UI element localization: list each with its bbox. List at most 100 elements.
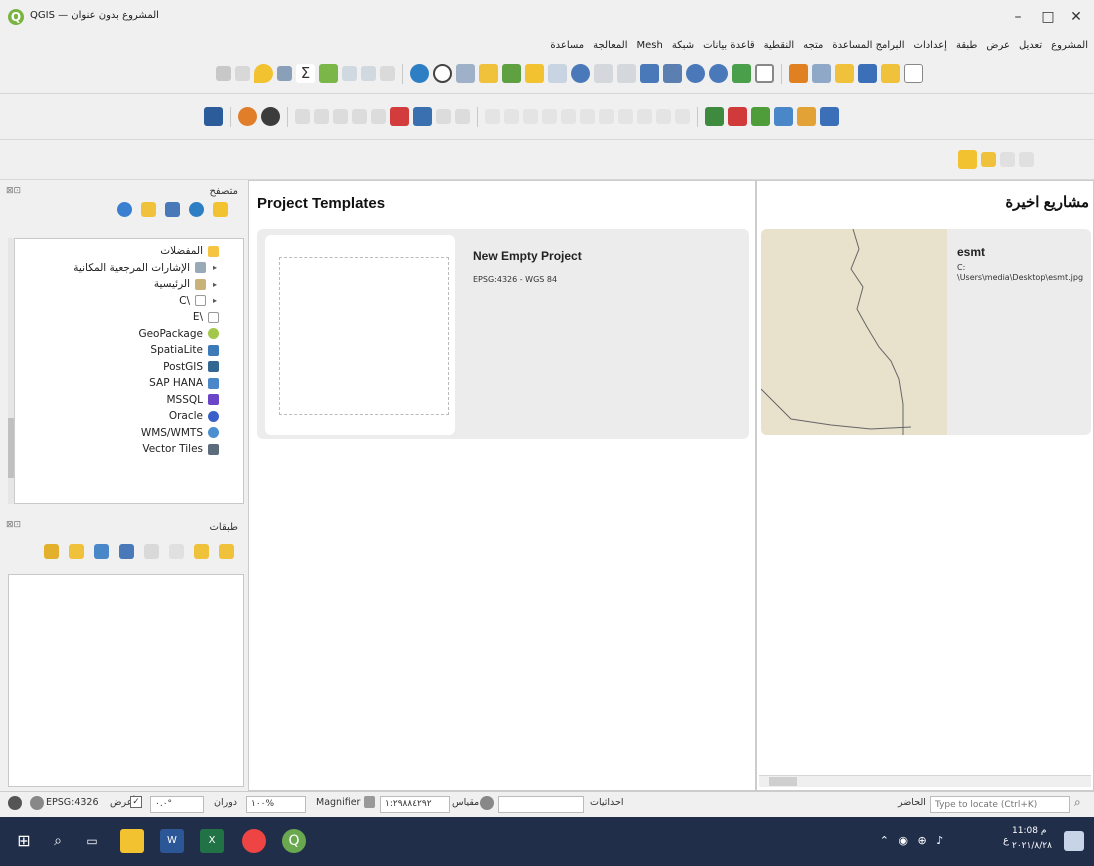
zoom-native-icon[interactable] — [548, 64, 567, 83]
add-db-layer-icon[interactable] — [820, 107, 839, 126]
add-feature-icon[interactable] — [436, 109, 451, 124]
open-project-icon[interactable] — [881, 64, 900, 83]
delete-feature-icon[interactable] — [455, 109, 470, 124]
add-wms-layer-icon[interactable] — [797, 107, 816, 126]
minimize-button[interactable]: – — [1006, 6, 1030, 28]
close-button[interactable]: ✕ — [1064, 6, 1088, 28]
zoom-out-minus-icon[interactable] — [686, 64, 705, 83]
refresh-icon[interactable] — [410, 64, 429, 83]
zoom-out-icon[interactable] — [571, 64, 590, 83]
select-by-expression-icon[interactable] — [981, 152, 996, 167]
recent-project-card[interactable]: esmt C: \Users\media\Desktop\esmt.jpg — [761, 229, 1091, 435]
open-layer-styling-icon[interactable] — [219, 544, 234, 559]
browser-dock-controls[interactable]: ⊠⊡ — [6, 186, 21, 196]
menu-processing[interactable]: المعالجة — [593, 40, 627, 51]
toggle-extents-icon[interactable] — [480, 796, 494, 810]
zoom-to-selection-icon[interactable] — [502, 64, 521, 83]
menu-raster[interactable]: النقطية — [764, 40, 794, 51]
new-map-view-icon[interactable] — [456, 64, 475, 83]
redo-icon[interactable] — [504, 109, 519, 124]
chrome-icon[interactable] — [242, 829, 266, 853]
add-selected-layers-icon[interactable] — [213, 202, 228, 217]
menu-edit[interactable]: تعديل — [1019, 40, 1042, 51]
pan-map-icon[interactable] — [732, 64, 751, 83]
tree-item-spatialite[interactable]: SpatiaLite — [9, 342, 219, 359]
paste-icon[interactable] — [542, 109, 557, 124]
style-panel-icon[interactable] — [44, 544, 59, 559]
zoom-in-plus-icon[interactable] — [709, 64, 728, 83]
zoom-icon[interactable] — [235, 66, 250, 81]
label-move-icon[interactable] — [352, 109, 367, 124]
expand-all-icon[interactable] — [144, 544, 159, 559]
coordinate-input[interactable] — [498, 796, 584, 813]
info-icon[interactable] — [117, 202, 132, 217]
attribute-table-icon[interactable] — [277, 66, 292, 81]
menu-vector[interactable]: متجه — [803, 40, 823, 51]
locator-search-input[interactable] — [930, 796, 1070, 813]
select-features-icon[interactable] — [958, 150, 977, 169]
layout-manager-icon[interactable] — [812, 64, 831, 83]
scale-input[interactable]: ١:٢٩٨٨٤٢٩٢ — [380, 796, 450, 813]
zoom-to-layer-icon[interactable] — [479, 64, 498, 83]
menu-mesh[interactable]: Mesh — [637, 40, 663, 51]
tray-icons[interactable]: ⌃ ◉ ⊕ ♪ — [868, 829, 958, 853]
clock-icon[interactable] — [433, 64, 452, 83]
layers-dock-controls[interactable]: ⊠⊡ — [6, 520, 21, 530]
magnifier-input[interactable]: ١٠٠% — [246, 796, 306, 813]
delete-selected-icon[interactable] — [580, 109, 595, 124]
crs-label[interactable]: EPSG:4326 — [46, 797, 99, 808]
label-pin-icon[interactable] — [314, 109, 329, 124]
word-icon[interactable]: W — [160, 829, 184, 853]
new-project-icon[interactable] — [904, 64, 923, 83]
tree-item-sap-hana[interactable]: SAP HANA — [9, 375, 219, 392]
menu-layer[interactable]: طبقة — [956, 40, 977, 51]
browser-scrollbar[interactable] — [8, 238, 15, 504]
search-taskbar-icon[interactable]: ⌕ — [46, 829, 70, 853]
zoom-full-icon[interactable] — [525, 64, 544, 83]
new-empty-project-card[interactable]: New Empty Project EPSG:4326 - WGS 84 — [257, 229, 749, 439]
expand-arrow-icon[interactable]: ▸ — [211, 280, 219, 289]
tree-item-drive-e[interactable]: \E — [9, 309, 219, 326]
save-edits-icon[interactable] — [599, 109, 614, 124]
label-icon[interactable] — [295, 109, 310, 124]
plugin-icon[interactable] — [238, 107, 257, 126]
crs-globe-icon[interactable] — [30, 796, 44, 810]
python-console-icon[interactable] — [204, 107, 223, 126]
current-edits-icon[interactable] — [618, 109, 633, 124]
pencil-alt-icon[interactable] — [675, 109, 690, 124]
layers-tree[interactable] — [8, 574, 244, 787]
menu-database[interactable]: قاعدة بيانات — [703, 40, 755, 51]
digitize-icon[interactable] — [390, 107, 409, 126]
save-project-icon[interactable] — [858, 64, 877, 83]
add-vector-layer-icon[interactable] — [751, 107, 770, 126]
maximize-button[interactable]: □ — [1036, 6, 1060, 28]
manage-themes-icon[interactable] — [94, 544, 109, 559]
menu-web[interactable]: شبكة — [672, 40, 694, 51]
expand-arrow-icon[interactable]: ▸ — [211, 263, 219, 272]
deselect-icon[interactable] — [1000, 152, 1015, 167]
menu-plugins[interactable]: البرامج المساعدة — [832, 40, 904, 51]
collapse-icon[interactable] — [141, 202, 156, 217]
menu-settings[interactable]: إعدادات — [914, 40, 947, 51]
rotation-input[interactable]: ٠.٠° — [150, 796, 204, 813]
map-tip-icon[interactable] — [254, 64, 273, 83]
menu-view[interactable]: عرض — [986, 40, 1010, 51]
edit-vertex-icon[interactable] — [413, 107, 432, 126]
render-checkbox[interactable]: ✓ — [130, 796, 142, 808]
statistics-sum-icon[interactable]: Σ — [296, 64, 315, 83]
add-raster-layer-icon[interactable] — [774, 107, 793, 126]
task-view-icon[interactable]: ▭ — [80, 829, 104, 853]
globe-icon[interactable] — [261, 107, 280, 126]
remove-layer-icon[interactable] — [194, 544, 209, 559]
menu-help[interactable]: مساعدة — [550, 40, 584, 51]
messages-icon[interactable] — [8, 796, 22, 810]
tree-item-home[interactable]: ▸ الرئيسية — [9, 276, 219, 293]
filter-icon[interactable] — [165, 202, 180, 217]
add-group-icon[interactable] — [69, 544, 84, 559]
undo-icon[interactable] — [485, 109, 500, 124]
toggle-editing-icon[interactable] — [637, 109, 652, 124]
file-explorer-icon[interactable] — [120, 829, 144, 853]
search-icon[interactable]: ⌕ — [1074, 795, 1081, 810]
expand-arrow-icon[interactable]: ▸ — [211, 296, 219, 305]
qgis-taskbar-icon[interactable]: Q — [282, 829, 306, 853]
